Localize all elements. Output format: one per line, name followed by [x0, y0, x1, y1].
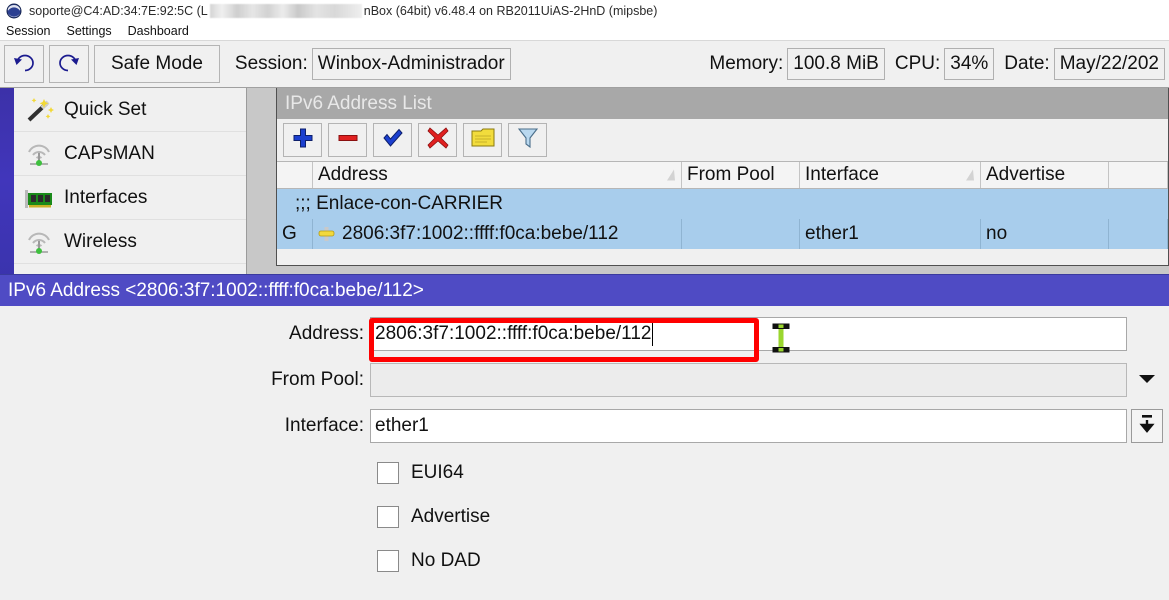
ipv6-address-dialog: IPv6 Address <2806:3f7:1002::ffff:f0ca:b…	[0, 274, 1169, 600]
sidebar-item-label: CAPsMAN	[64, 143, 155, 165]
sidebar-item-label: Quick Set	[64, 99, 146, 121]
dialog-title-bar: IPv6 Address <2806:3f7:1002::ffff:f0ca:b…	[0, 275, 1169, 306]
sort-indicator-icon	[667, 170, 675, 181]
column-header-address[interactable]: Address	[313, 162, 682, 188]
winbox-globe-icon	[6, 3, 22, 19]
text-caret	[652, 322, 653, 346]
magic-wand-icon	[22, 95, 56, 125]
sidebar-item-quick-set[interactable]: Quick Set	[14, 88, 246, 132]
window-title-suffix: nBox (64bit) v6.48.4 on RB2011UiAS-2HnD …	[364, 4, 658, 18]
select-arrow-icon	[1137, 412, 1157, 441]
menu-item-settings[interactable]: Settings	[66, 24, 120, 38]
from-pool-form-row: From Pool:	[0, 362, 1169, 398]
i-beam-cursor-icon	[772, 323, 790, 353]
advertise-label: Advertise	[411, 506, 490, 528]
from-pool-label: From Pool:	[0, 369, 370, 391]
minus-icon	[337, 127, 359, 154]
session-label: Session:	[235, 53, 308, 75]
disable-button[interactable]	[418, 123, 457, 157]
enable-button[interactable]	[373, 123, 412, 157]
address-label: Address:	[0, 323, 370, 345]
advertise-row: Advertise	[0, 502, 1169, 532]
table-header-row: Address From Pool Interface Advertise	[277, 161, 1168, 189]
cell-address: 2806:3f7:1002::ffff:f0ca:bebe/112	[313, 219, 682, 249]
sidebar-item-label: Wireless	[64, 231, 137, 253]
date-value: May/22/202	[1054, 48, 1165, 80]
sort-indicator-icon	[966, 170, 974, 181]
session-value[interactable]: Winbox-Administrador	[312, 48, 511, 80]
ipv6-address-list-window: IPv6 Address List	[276, 88, 1169, 266]
cell-from-pool	[682, 219, 800, 249]
undo-arrow-icon	[11, 50, 37, 79]
advertise-checkbox[interactable]	[377, 506, 399, 528]
window-title-prefix: soporte@C4:AD:34:7E:92:5C (L	[29, 4, 208, 18]
from-pool-input[interactable]	[370, 363, 1127, 397]
menu-item-dashboard[interactable]: Dashboard	[128, 24, 198, 38]
address-list-toolbar	[277, 119, 1168, 161]
no-dad-row: No DAD	[0, 546, 1169, 576]
table-row-comment[interactable]: ;;; Enlace-con-CARRIER	[277, 189, 1168, 219]
cell-spare	[1109, 219, 1168, 249]
redo-arrow-icon	[56, 50, 82, 79]
cell-advertise: no	[981, 219, 1109, 249]
table-row[interactable]: G 2806:3f7:1002::ffff:f0ca:bebe/112 ethe…	[277, 219, 1168, 249]
cell-interface: ether1	[800, 219, 981, 249]
menu-item-session[interactable]: Session	[6, 24, 59, 38]
column-header-flags[interactable]	[277, 162, 313, 188]
interface-form-row: Interface: ether1	[0, 408, 1169, 444]
undo-button[interactable]	[4, 45, 44, 83]
redo-button[interactable]	[49, 45, 89, 83]
address-input[interactable]: 2806:3f7:1002::ffff:f0ca:bebe/112	[370, 317, 1127, 351]
interface-input[interactable]: ether1	[370, 409, 1127, 443]
main-area: WinBox Quick Set	[0, 88, 1169, 600]
sidebar-item-label: Interfaces	[64, 187, 147, 209]
add-button[interactable]	[283, 123, 322, 157]
eui64-checkbox[interactable]	[377, 462, 399, 484]
date-label: Date:	[1004, 53, 1049, 75]
interface-select-button[interactable]	[1131, 409, 1163, 443]
check-icon	[382, 127, 404, 154]
antenna-icon	[22, 139, 56, 169]
cpu-value: 34%	[944, 48, 994, 80]
no-dad-label: No DAD	[411, 550, 481, 572]
remove-button[interactable]	[328, 123, 367, 157]
cpu-label: CPU:	[895, 53, 940, 75]
chevron-down-icon	[1136, 371, 1158, 390]
antenna-icon	[22, 227, 56, 257]
sidebar-item-interfaces[interactable]: Interfaces	[14, 176, 246, 220]
eui64-label: EUI64	[411, 462, 464, 484]
toolbar-status-group: Memory: 100.8 MiB CPU: 34% Date: May/22/…	[699, 48, 1165, 80]
menu-bar: Session Settings Dashboard	[0, 22, 1169, 41]
from-pool-dropdown-button[interactable]	[1131, 363, 1163, 397]
column-header-spare[interactable]	[1109, 162, 1168, 188]
address-spacer	[1131, 317, 1163, 351]
window-title-bar: soporte@C4:AD:34:7E:92:5C (L nBox (64bit…	[0, 0, 1169, 22]
sidebar-item-capsman[interactable]: CAPsMAN	[14, 132, 246, 176]
memory-value: 100.8 MiB	[787, 48, 885, 80]
main-toolbar: Safe Mode Session: Winbox-Administrador …	[0, 41, 1169, 88]
column-header-from-pool[interactable]: From Pool	[682, 162, 800, 188]
note-icon	[471, 128, 495, 153]
interface-label: Interface:	[0, 415, 370, 437]
address-form-row: Address: 2806:3f7:1002::ffff:f0ca:bebe/1…	[0, 316, 1169, 352]
network-card-icon	[22, 183, 56, 213]
memory-label: Memory:	[709, 53, 783, 75]
address-table: Address From Pool Interface Advertise ;;…	[277, 161, 1168, 249]
filter-button[interactable]	[508, 123, 547, 157]
comment-button[interactable]	[463, 123, 502, 157]
safe-mode-button[interactable]: Safe Mode	[94, 45, 220, 83]
cell-flags: G	[277, 219, 313, 249]
plus-icon	[292, 127, 314, 154]
eui64-row: EUI64	[0, 458, 1169, 488]
cross-icon	[427, 127, 449, 154]
redacted-hostname	[210, 4, 362, 18]
column-header-advertise[interactable]: Advertise	[981, 162, 1109, 188]
column-header-interface[interactable]: Interface	[800, 162, 981, 188]
ipv6-address-list-title: IPv6 Address List	[277, 88, 1168, 119]
address-pin-icon	[318, 225, 335, 243]
funnel-icon	[517, 127, 539, 154]
no-dad-checkbox[interactable]	[377, 550, 399, 572]
sidebar-item-wireless[interactable]: Wireless	[14, 220, 246, 264]
